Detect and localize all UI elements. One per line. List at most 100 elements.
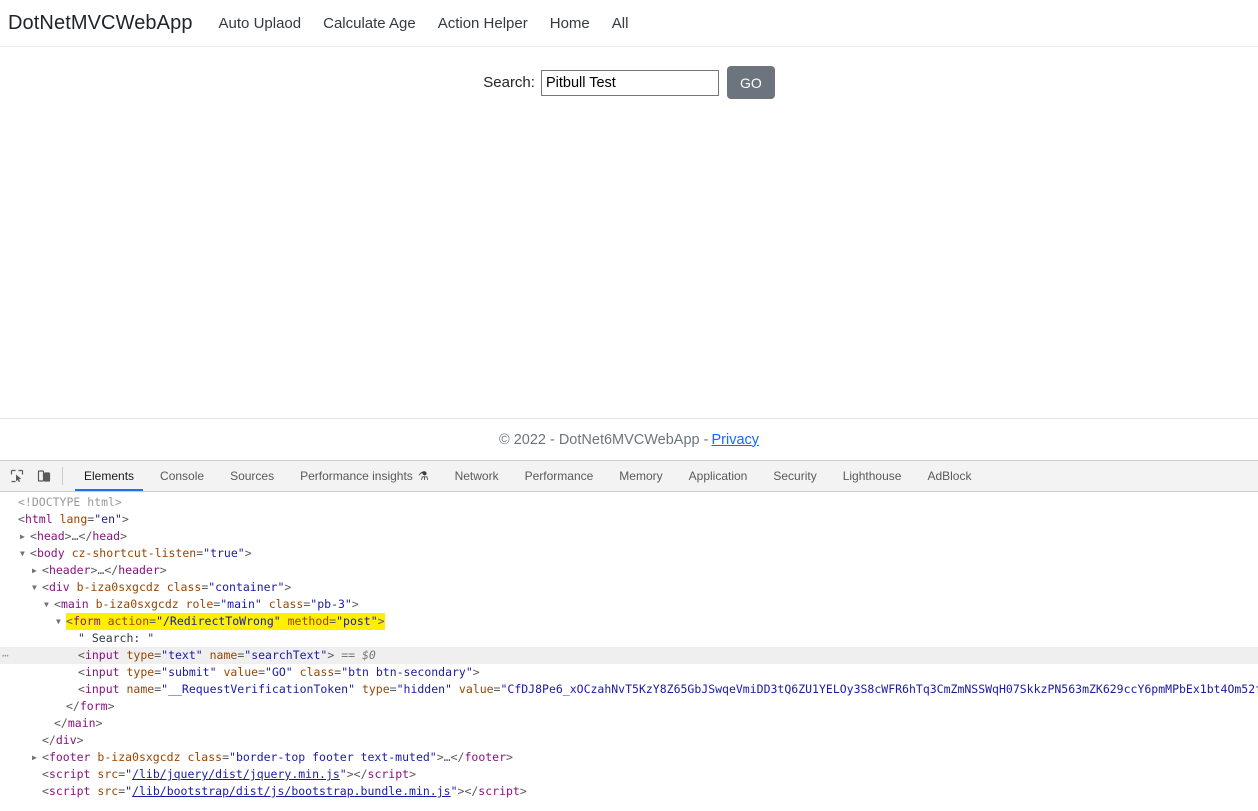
tab-performance-insights-label: Performance insights <box>300 469 413 483</box>
tab-sources[interactable]: Sources <box>217 461 287 491</box>
tab-application-label: Application <box>688 469 748 483</box>
dom-node-markup: <input type="submit" value="GO" class="b… <box>78 665 480 679</box>
devtools-panel: Elements Console Sources Performance ins… <box>0 460 1258 811</box>
tab-network[interactable]: Network <box>442 461 512 491</box>
dom-node-markup: </main> <box>54 716 103 730</box>
tab-console-label: Console <box>160 469 205 483</box>
dom-tree-line[interactable]: <input name="__RequestVerificationToken"… <box>0 681 1258 698</box>
tab-performance-insights[interactable]: Performance insights ⚗ <box>287 461 441 491</box>
dom-node-markup: </form> <box>66 699 115 713</box>
dom-tree-line[interactable]: </main> <box>0 715 1258 732</box>
nav-link-auto-upload[interactable]: Auto Uplaod <box>219 15 302 32</box>
dom-tree-line[interactable]: <!DOCTYPE html> <box>0 494 1258 511</box>
tab-adblock-label: AdBlock <box>927 469 972 483</box>
dom-node-markup: <!DOCTYPE html> <box>18 495 122 509</box>
dom-tree-line[interactable]: <script src="/lib/bootstrap/dist/js/boot… <box>0 783 1258 800</box>
tab-performance-label: Performance <box>524 469 594 483</box>
tab-adblock[interactable]: AdBlock <box>914 461 984 491</box>
dom-tree-line[interactable]: ▼ <main b-iza0sxgcdz role="main" class="p… <box>0 596 1258 613</box>
dom-tree-line[interactable]: <input type="submit" value="GO" class="b… <box>0 664 1258 681</box>
dom-tree-line[interactable]: ▼ <body cz-shortcut-listen="true"> <box>0 545 1258 562</box>
footer-copyright: © 2022 - DotNet6MVCWebApp - <box>498 431 709 448</box>
dom-tree-line[interactable]: ⋯ <input type="text" name="searchText"> … <box>0 647 1258 664</box>
search-label: Search: <box>483 74 535 91</box>
tab-security-label: Security <box>773 469 817 483</box>
tab-memory-label: Memory <box>619 469 663 483</box>
tab-application[interactable]: Application <box>676 461 761 491</box>
tab-lighthouse-label: Lighthouse <box>842 469 902 483</box>
dom-node-markup: <body cz-shortcut-listen="true"> <box>30 546 252 560</box>
dom-tree-line[interactable]: ▼ <form action="/RedirectToWrong" method=… <box>0 613 1258 630</box>
inspect-element-icon[interactable] <box>3 461 30 491</box>
tab-memory[interactable]: Memory <box>606 461 675 491</box>
dom-node-markup: <footer b-iza0sxgcdz class="border-top f… <box>42 750 513 764</box>
nav-link-calculate-age[interactable]: Calculate Age <box>323 15 416 32</box>
nav-link-home[interactable]: Home <box>550 15 590 32</box>
browser-page: DotNetMVCWebApp Auto Uplaod Calculate Ag… <box>0 0 1258 460</box>
dom-node-markup: <div b-iza0sxgcdz class="container"> <box>42 580 292 594</box>
device-toolbar-icon[interactable] <box>30 461 57 491</box>
disclosure-triangle-closed-icon[interactable]: ▶ <box>32 749 42 766</box>
disclosure-triangle-closed-icon[interactable]: ▶ <box>20 528 30 545</box>
devtools-toolbar: Elements Console Sources Performance ins… <box>0 461 1258 492</box>
go-button[interactable]: GO <box>726 66 775 99</box>
brand-logo[interactable]: DotNetMVCWebApp <box>8 12 193 35</box>
dom-tree-line[interactable]: </form> <box>0 698 1258 715</box>
tab-security[interactable]: Security <box>760 461 829 491</box>
dom-node-markup: <html lang="en"> <box>18 512 129 526</box>
dom-node-markup: <form action="/RedirectToWrong" method="… <box>66 613 385 630</box>
disclosure-triangle-open-icon[interactable]: ▼ <box>44 596 54 613</box>
search-input[interactable] <box>540 69 719 96</box>
dom-tree-line[interactable]: " Search: " <box>0 630 1258 647</box>
dom-node-markup: <head>…</head> <box>30 529 128 543</box>
tab-network-label: Network <box>454 469 499 483</box>
tab-elements[interactable]: Elements <box>71 461 147 491</box>
dom-node-markup: <script src="/lib/jquery/dist/jquery.min… <box>42 767 416 781</box>
privacy-link[interactable]: Privacy <box>711 432 759 448</box>
disclosure-triangle-open-icon[interactable]: ▼ <box>20 545 30 562</box>
tab-console[interactable]: Console <box>147 461 217 491</box>
dom-tree-line[interactable]: ▶ <head>…</head> <box>0 528 1258 545</box>
dom-node-markup: <header>…</header> <box>42 563 167 577</box>
disclosure-triangle-open-icon[interactable]: ▼ <box>56 613 66 630</box>
dom-node-markup: <script src="/lib/bootstrap/dist/js/boot… <box>42 784 527 798</box>
dom-tree-line[interactable]: ▶ <header>…</header> <box>0 562 1258 579</box>
site-footer: © 2022 - DotNet6MVCWebApp - Privacy <box>0 418 1258 460</box>
dom-node-markup: <input type="text" name="searchText"> ==… <box>78 648 376 662</box>
tab-elements-label: Elements <box>84 469 135 483</box>
dom-node-markup: " Search: " <box>78 631 155 645</box>
dom-node-markup: <main b-iza0sxgcdz role="main" class="pb… <box>54 597 359 611</box>
search-form: Search: GO <box>0 66 1258 99</box>
dom-node-markup: </div> <box>42 733 84 747</box>
nav-link-all[interactable]: All <box>612 15 629 32</box>
disclosure-triangle-open-icon[interactable]: ▼ <box>32 579 42 596</box>
tab-lighthouse[interactable]: Lighthouse <box>830 461 915 491</box>
dom-tree-line[interactable]: ▼ <div b-iza0sxgcdz class="container"> <box>0 579 1258 596</box>
tab-performance[interactable]: Performance <box>512 461 607 491</box>
devtools-tabs: Elements Console Sources Performance ins… <box>71 461 1258 491</box>
dom-tree-line[interactable]: </div> <box>0 732 1258 749</box>
site-navbar: DotNetMVCWebApp Auto Uplaod Calculate Ag… <box>0 0 1258 47</box>
dom-node-markup: <input name="__RequestVerificationToken"… <box>78 682 1258 696</box>
dom-tree-line[interactable]: <html lang="en"> <box>0 511 1258 528</box>
nav-link-action-helper[interactable]: Action Helper <box>438 15 528 32</box>
toolbar-divider <box>62 467 63 485</box>
disclosure-triangle-closed-icon[interactable]: ▶ <box>32 562 42 579</box>
tab-sources-label: Sources <box>230 469 275 483</box>
page-main-content: Search: GO <box>0 47 1258 418</box>
selected-node-marker: ⋯ <box>2 649 10 662</box>
dom-tree[interactable]: <!DOCTYPE html> <html lang="en"> ▶ <head>…… <box>0 492 1258 811</box>
nav-links: Auto Uplaod Calculate Age Action Helper … <box>219 15 629 32</box>
dom-tree-line[interactable]: <script src="/lib/jquery/dist/jquery.min… <box>0 766 1258 783</box>
dom-tree-line[interactable]: ▶ <footer b-iza0sxgcdz class="border-top … <box>0 749 1258 766</box>
